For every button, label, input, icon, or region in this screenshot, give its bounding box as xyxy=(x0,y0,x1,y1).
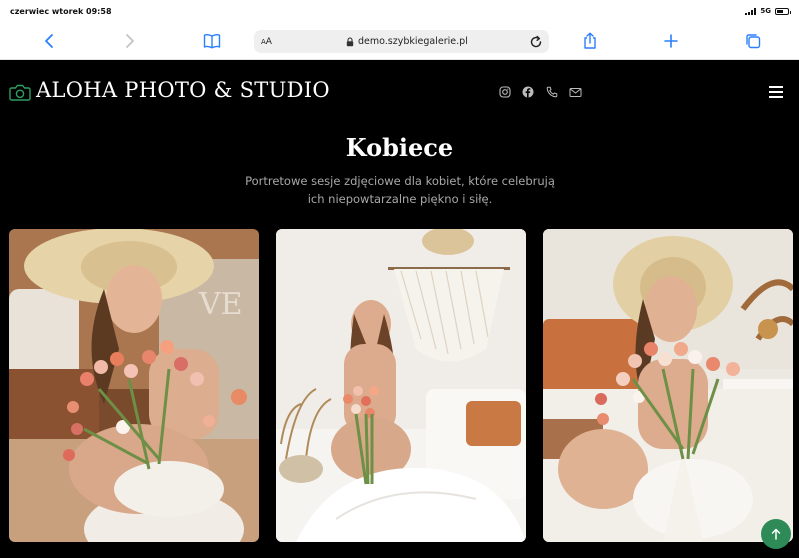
status-time: czerwiec wtorek 09:58 xyxy=(10,6,112,16)
scroll-to-top-button[interactable] xyxy=(761,519,791,549)
plus-icon xyxy=(664,34,678,48)
url-display[interactable]: demo.szybkiegalerie.pl xyxy=(346,36,468,47)
book-icon xyxy=(203,34,221,49)
site-logo-text[interactable]: ALOHA PHOTO & STUDIO xyxy=(36,78,330,102)
gallery-photo-3[interactable] xyxy=(543,229,793,542)
lock-icon xyxy=(346,36,354,46)
back-button[interactable] xyxy=(37,30,61,52)
page-title: Kobiece xyxy=(345,133,454,162)
site-header: ALOHA PHOTO & STUDIO xyxy=(0,60,799,124)
bookmarks-button[interactable] xyxy=(200,30,224,52)
gallery-photo-1[interactable]: VE xyxy=(9,229,259,542)
chevron-left-icon xyxy=(45,34,53,48)
chevron-right-icon xyxy=(126,34,134,48)
reload-icon xyxy=(530,35,542,48)
tabs-icon xyxy=(746,34,761,49)
phone-icon[interactable] xyxy=(545,85,559,99)
address-bar[interactable]: AA demo.szybkiegalerie.pl xyxy=(254,30,549,53)
browser-toolbar: AA demo.szybkiegalerie.pl xyxy=(0,22,799,60)
reload-button[interactable] xyxy=(529,34,543,53)
tabs-button[interactable] xyxy=(741,30,765,52)
text-size-button[interactable]: AA xyxy=(261,37,272,47)
signal-icon xyxy=(745,7,757,15)
instagram-icon[interactable] xyxy=(498,85,512,99)
arrow-up-icon xyxy=(771,528,781,540)
battery-icon xyxy=(775,7,791,15)
svg-text:VE: VE xyxy=(198,287,243,322)
camera-icon[interactable] xyxy=(9,84,31,105)
menu-button[interactable] xyxy=(769,86,783,98)
network-label: 5G xyxy=(760,7,771,15)
facebook-icon[interactable] xyxy=(521,85,535,99)
share-button[interactable] xyxy=(578,30,602,52)
email-icon[interactable] xyxy=(568,85,582,99)
new-tab-button[interactable] xyxy=(659,30,683,52)
forward-button[interactable] xyxy=(118,30,142,52)
gallery-photo-2[interactable] xyxy=(276,229,526,542)
page-subtitle: Portretowe sesje zdjęciowe dla kobiet, k… xyxy=(245,174,555,206)
status-indicators: 5G xyxy=(745,7,791,15)
status-bar: czerwiec wtorek 09:58 5G xyxy=(0,0,799,22)
share-icon xyxy=(584,32,596,49)
